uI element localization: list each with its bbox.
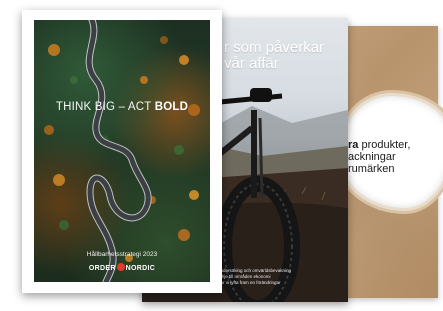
forest-road-illustration xyxy=(44,20,200,282)
bike-body-text: undersöking och omvärldsbevakning ryhje … xyxy=(218,268,338,286)
kraft-line-1: ra produkter, xyxy=(348,139,438,151)
kraft-line-1-rest: produkter, xyxy=(358,139,411,151)
logo-mark-icon xyxy=(116,263,125,271)
kraft-line-1-strong: ra xyxy=(348,139,359,151)
brochure-collage: ra produkter, ackningar rumärken r som p… xyxy=(0,0,443,311)
bike-headline: r som påverkar vår affär xyxy=(224,40,348,72)
kraft-line-2: ackningar xyxy=(348,151,396,163)
sustainability-strategy-brochure: THINK BIG – ACT BOLD Hållbarhetsstrategi… xyxy=(22,10,222,293)
bike-headline-line-2: vår affär xyxy=(224,55,279,72)
kraft-brochure-text: ra produkter, ackningar rumärken xyxy=(348,139,438,175)
brochure-tagline: THINK BIG – ACT BOLD xyxy=(34,101,210,113)
tagline-regular: THINK BIG – ACT xyxy=(55,101,155,113)
kraft-line-3: rumärken xyxy=(348,163,395,175)
logo-left-text: ORDER xyxy=(88,265,116,272)
brochure-subtitle: Hållbarhetsstrategi 2023 xyxy=(86,251,158,258)
order-nordic-logo: ORDER NORDIC xyxy=(34,263,210,272)
tagline-bold: BOLD xyxy=(154,101,189,113)
bike-headline-line-1: r som påverkar xyxy=(224,39,325,56)
bike-body-line-3: har vi lyfta fram en förändringar xyxy=(218,280,281,285)
logo-right-text: NORDIC xyxy=(125,265,156,272)
forest-road-photo: THINK BIG – ACT BOLD Hållbarhetsstrategi… xyxy=(34,20,210,282)
